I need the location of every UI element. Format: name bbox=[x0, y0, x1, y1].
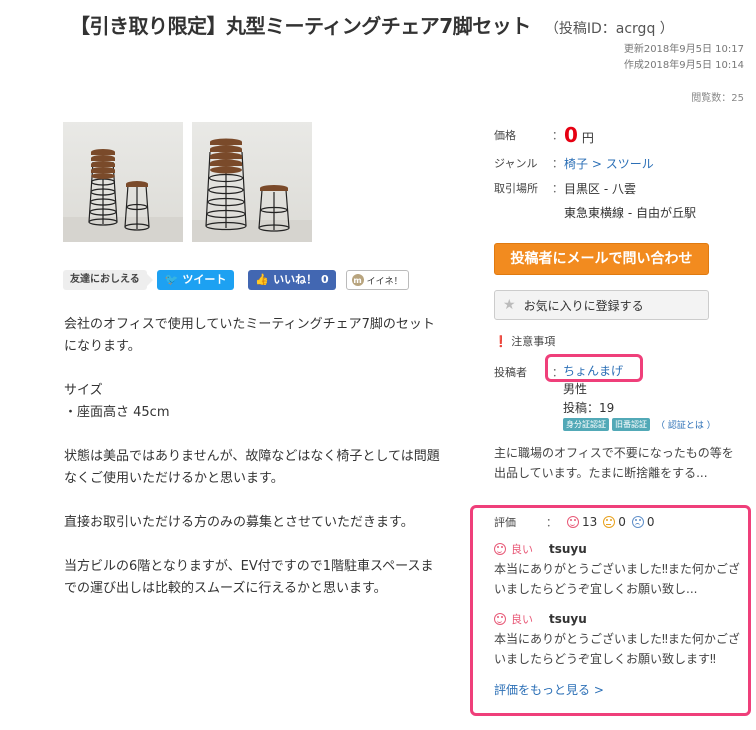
genre-value: 椅子 > スツール bbox=[564, 155, 654, 172]
genre-link-chair[interactable]: 椅子 bbox=[564, 157, 588, 171]
genre-row: ジャンル ： 椅子 > スツール bbox=[494, 150, 744, 176]
description-paragraph: サイズ ・座面高さ 45cm bbox=[64, 383, 170, 420]
area-label: 取引場所 bbox=[494, 182, 538, 195]
review-text: 本当にありがとうございました‼︎また何かございましたらどうぞ宜しくお願い致します… bbox=[494, 632, 740, 666]
product-photo-2[interactable] bbox=[192, 122, 312, 242]
review-user[interactable]: tsuyu bbox=[549, 542, 587, 556]
id-verified-badge: 身分証認証 bbox=[563, 418, 609, 431]
reviews-colon: ： bbox=[546, 516, 557, 529]
poster-name-highlight bbox=[545, 354, 643, 382]
tweet-button[interactable]: 🐦 ツイート bbox=[156, 270, 235, 290]
area-colon: ： bbox=[552, 182, 563, 195]
exclamation-icon: ❗ bbox=[494, 335, 508, 348]
favorite-button[interactable]: ★ お気に入りに登録する bbox=[494, 290, 709, 320]
good-face-icon bbox=[494, 543, 506, 555]
good-count: 13 bbox=[582, 515, 598, 529]
verification-info-link[interactable]: （ 認証とは ） bbox=[656, 418, 716, 431]
tweet-label: ツイート bbox=[182, 273, 227, 286]
price-unit: 円 bbox=[581, 131, 594, 145]
price-number: 0 bbox=[564, 123, 578, 147]
title-row: 【引き取り限定】丸型ミーティングチェア7脚セット （投稿ID：acrgq ） bbox=[70, 10, 756, 39]
price-colon: ： bbox=[552, 129, 563, 142]
created-date: 作成2018年9月5日 10:14 bbox=[623, 60, 744, 71]
facebook-like-button[interactable]: 👍 いいね！ 0 bbox=[248, 270, 336, 290]
poster-gender: 男性 bbox=[563, 382, 588, 396]
review-meta: 良い tsuyu bbox=[494, 541, 744, 557]
iine-button[interactable]: m イイネ！ bbox=[345, 270, 409, 290]
area-value: 目黒区 - 八雲 bbox=[564, 181, 636, 196]
contact-poster-button[interactable]: 投稿者にメールで問い合わせ bbox=[494, 243, 709, 275]
like-label: いいね！ 0 bbox=[273, 273, 329, 286]
genre-separator: > bbox=[588, 156, 606, 171]
more-reviews-link[interactable]: 評価をもっと見る > bbox=[494, 681, 604, 698]
share-row: 友達におしえる 🐦 ツイート 👍 いいね！ 0 m イイネ！ bbox=[63, 270, 409, 290]
neutral-face-icon bbox=[603, 516, 616, 528]
price-row: 価格 ： 0円 bbox=[494, 120, 744, 150]
genre-link-stool[interactable]: スツール bbox=[606, 157, 654, 171]
description: 会社のオフィスで使用していたミーティングチェア7脚のセットになります。 サイズ … bbox=[64, 314, 444, 622]
share-label: 友達におしえる bbox=[63, 270, 153, 290]
review-text: 本当にありがとうございました‼︎また何かございましたらどうぞ宜しくお願い致し..… bbox=[494, 562, 740, 596]
notice-link[interactable]: ❗ 注意事項 bbox=[494, 333, 555, 349]
review-meta: 良い tsuyu bbox=[494, 611, 744, 627]
phone-verified-badge: 旧番認証 bbox=[612, 418, 650, 431]
twitter-bird-icon: 🐦 bbox=[164, 273, 179, 286]
poster-bio: 主に職場のオフィスで不要になったもの等を出品しています。たまに断捨離をする... bbox=[494, 446, 734, 480]
iine-label: イイネ！ bbox=[366, 276, 403, 287]
chair-stack-image bbox=[63, 149, 183, 242]
review-rating-label: 良い bbox=[511, 613, 533, 626]
review-rating: 良い bbox=[494, 541, 533, 557]
review-rating-label: 良い bbox=[511, 543, 533, 556]
neutral-count: 0 bbox=[618, 515, 626, 529]
price-label: 価格 bbox=[494, 129, 516, 142]
genre-label: ジャンル bbox=[494, 157, 538, 170]
price-value: 0円 bbox=[564, 123, 594, 147]
genre-colon: ： bbox=[552, 157, 563, 170]
poster-post-count: 投稿：19 bbox=[563, 401, 615, 415]
bad-count: 0 bbox=[646, 515, 655, 529]
dates: 更新2018年9月5日 10:17 作成2018年9月5日 10:14 bbox=[624, 42, 744, 74]
review-item: 良い tsuyu 本当にありがとうございました‼︎また何かございましたらどうぞ宜… bbox=[494, 611, 744, 669]
review-rating: 良い bbox=[494, 611, 533, 627]
product-photo-1[interactable] bbox=[63, 122, 183, 242]
good-face-icon bbox=[567, 516, 579, 528]
star-icon: ★ bbox=[503, 297, 516, 313]
good-face-icon bbox=[494, 613, 506, 625]
page-title: 【引き取り限定】丸型ミーティングチェア7脚セット bbox=[70, 14, 531, 38]
verification-badges: 身分証認証 旧番認証 （ 認証とは ） bbox=[563, 418, 716, 431]
description-paragraph: 直接お取引いただける方のみの募集とさせていただきます。 bbox=[64, 515, 414, 530]
review-user[interactable]: tsuyu bbox=[549, 612, 587, 626]
description-paragraph: 当方ビルの6階となりますが、EV付ですので1階駐車スペースまでの運び出しは比較的… bbox=[64, 559, 434, 596]
station-value: 東急東横線 - 自由が丘駅 bbox=[564, 205, 696, 220]
description-paragraph: 状態は美品ではありませんが、故障などはなく椅子としては問題なくご使用いただけるか… bbox=[64, 449, 440, 486]
reviews-header: 評価 ： 13 0 0 bbox=[494, 514, 661, 530]
bad-face-icon bbox=[631, 516, 644, 528]
poster-label: 投稿者 bbox=[494, 366, 527, 379]
thumbs-up-icon: 👍 bbox=[255, 273, 270, 286]
reviews-label: 評価 bbox=[494, 516, 516, 529]
info-panel: 価格 ： 0円 ジャンル ： 椅子 > スツール 取引場所 ： 目黒区 - 八雲… bbox=[494, 120, 744, 224]
favorite-label: お気に入りに登録する bbox=[523, 298, 644, 313]
area-row: 取引場所 ： 目黒区 - 八雲 bbox=[494, 176, 744, 200]
mixi-icon: m bbox=[351, 274, 364, 286]
description-paragraph: 会社のオフィスで使用していたミーティングチェア7脚のセットになります。 bbox=[64, 317, 435, 354]
review-item: 良い tsuyu 本当にありがとうございました‼︎また何かございましたらどうぞ宜… bbox=[494, 541, 744, 599]
view-count: 閲覧数：25 bbox=[691, 93, 744, 104]
updated-date: 更新2018年9月5日 10:17 bbox=[623, 44, 744, 55]
station-row: 東急東横線 - 自由が丘駅 bbox=[494, 200, 744, 224]
chair-stack-image bbox=[192, 138, 312, 242]
notice-label: 注意事項 bbox=[511, 335, 556, 348]
post-id: （投稿ID：acrgq ） bbox=[544, 21, 674, 37]
